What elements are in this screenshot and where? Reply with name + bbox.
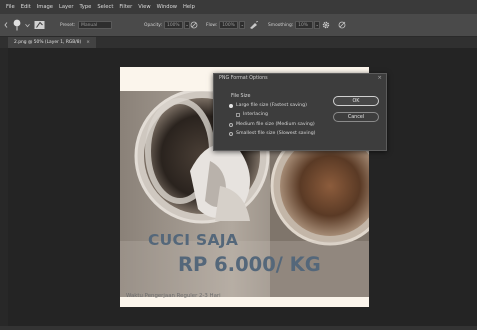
large-file-size-label: Large file size (Fastest saving) [236, 103, 307, 108]
preset-label: Preset: [60, 22, 76, 28]
flow-input[interactable]: 100% [219, 21, 239, 29]
status-bar [0, 326, 477, 330]
brush-settings-icon[interactable] [34, 14, 45, 36]
document-tab[interactable]: 2.png @ 50% (Layer 1, RGB/8) × [8, 37, 96, 48]
radio-icon [229, 131, 233, 136]
price-text: RP 6.000/ KG [178, 253, 321, 276]
brush-tool-icon[interactable] [11, 14, 23, 36]
ok-button[interactable]: OK [333, 96, 379, 106]
radio-icon [229, 122, 233, 127]
document-tab-bar: 2.png @ 50% (Layer 1, RGB/8) × [0, 37, 477, 48]
large-file-size-radio[interactable]: Large file size (Fastest saving) [229, 103, 307, 108]
menu-help[interactable]: Help [183, 4, 195, 10]
interlacing-label: Interlacing [243, 112, 269, 117]
options-bar: Preset: Manual Opacity: 100% ⌄ Flow: 100… [0, 14, 477, 37]
gear-icon[interactable] [322, 14, 330, 36]
menu-file[interactable]: File [6, 4, 15, 10]
menu-layer[interactable]: Layer [59, 4, 73, 10]
interlacing-checkbox[interactable]: Interlacing [236, 112, 268, 117]
menu-bar: File Edit Image Layer Type Select Filter… [0, 0, 477, 14]
document-tab-label: 2.png @ 50% (Layer 1, RGB/8) [14, 40, 82, 45]
opacity-label: Opacity: [144, 22, 163, 28]
close-icon[interactable]: × [377, 75, 382, 81]
footnote-text: Waktu Pengerjaan Reguler 2-3 Hari [126, 293, 221, 299]
pressure-opacity-icon[interactable] [190, 14, 198, 36]
medium-file-size-label: Medium file size (Medium saving) [236, 122, 315, 127]
close-icon[interactable]: × [86, 40, 90, 45]
radio-selected-icon [229, 103, 233, 108]
chevron-down-icon[interactable]: ⌄ [314, 21, 321, 29]
smallest-file-size-radio[interactable]: Smallest file size (Slowest saving) [229, 131, 316, 136]
smoothing-label: Smoothing: [268, 22, 294, 28]
menu-image[interactable]: Image [37, 4, 53, 10]
menu-select[interactable]: Select [97, 4, 113, 10]
dialog-title: PNG Format Options [219, 76, 268, 81]
flow-label: Flow: [206, 22, 218, 28]
menu-filter[interactable]: Filter [119, 4, 132, 10]
file-size-label: File Size [231, 94, 251, 99]
smallest-file-size-label: Smallest file size (Slowest saving) [236, 131, 316, 136]
pressure-size-icon[interactable] [338, 14, 347, 36]
menu-edit[interactable]: Edit [21, 4, 31, 10]
menu-window[interactable]: Window [157, 4, 177, 10]
menu-view[interactable]: View [138, 4, 150, 10]
png-format-options-dialog: PNG Format Options × File Size Large fil… [213, 73, 387, 151]
smoothing-input[interactable]: 10% [295, 21, 314, 29]
cancel-button[interactable]: Cancel [333, 112, 379, 122]
menu-type[interactable]: Type [79, 4, 91, 10]
checkbox-icon [236, 112, 240, 117]
airbrush-icon[interactable] [249, 14, 259, 36]
opacity-input[interactable]: 100% [164, 21, 184, 29]
brush-preset-dropdown-icon[interactable] [25, 14, 30, 36]
medium-file-size-radio[interactable]: Medium file size (Medium saving) [229, 122, 315, 127]
chevron-left-icon[interactable] [4, 14, 8, 36]
preset-select[interactable]: Manual [78, 21, 113, 29]
chevron-down-icon[interactable]: ⌄ [239, 21, 246, 29]
headline-text: CUCI SAJA [148, 231, 239, 249]
